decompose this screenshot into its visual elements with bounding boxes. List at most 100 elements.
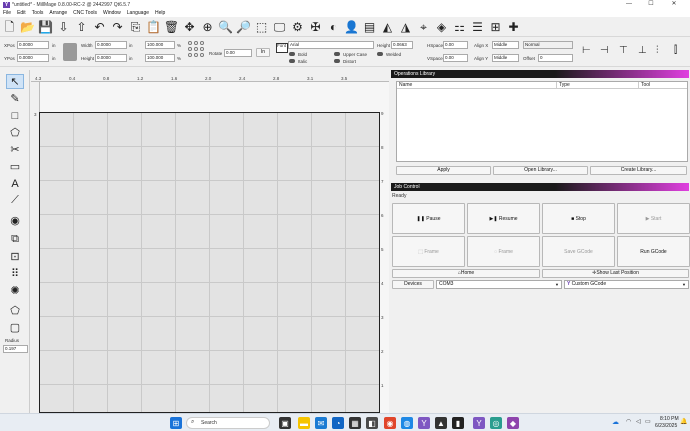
scissors-tool-icon[interactable]: ✂ (6, 142, 24, 157)
port-select[interactable]: COM3 ▼ (436, 280, 562, 289)
menu-cnc-tools[interactable]: CNC Tools (73, 10, 97, 16)
distort-toggle[interactable] (334, 59, 340, 63)
monitor-icon[interactable]: 🖵 (272, 19, 287, 34)
align-icon[interactable]: ▤ (362, 19, 377, 34)
distribute-icon[interactable]: ☰ (470, 19, 485, 34)
xpos-field[interactable]: 0.0000 (17, 41, 49, 49)
start-button[interactable]: ▶ Start (617, 203, 690, 234)
anchor-point-bc[interactable] (194, 53, 198, 57)
hspace-field[interactable]: 0.00 (443, 41, 468, 49)
text-height-field[interactable]: 0.0663 (391, 41, 413, 49)
battery-icon[interactable]: ▭ (645, 418, 651, 425)
col-tool[interactable]: Tool (639, 82, 687, 89)
devices-button[interactable]: Devices (392, 280, 434, 289)
upper-case-toggle[interactable] (334, 52, 340, 56)
store-icon[interactable]: ▦ (349, 417, 361, 429)
workspace[interactable]: 4.3 0.4 0.8 1.2 1.6 2.0 2.4 2.8 3.1 3.5 … (31, 70, 389, 413)
app-icon[interactable]: ◧ (366, 417, 378, 429)
zoom-fit-icon[interactable]: ⊕ (200, 19, 215, 34)
text-tool-icon[interactable]: A (6, 176, 24, 191)
italic-toggle[interactable] (289, 59, 295, 63)
operations-list[interactable]: Name Type Tool (396, 81, 688, 162)
frame-circle-button[interactable]: ◌ Frame (467, 236, 540, 267)
zoom-out-icon[interactable]: 🔎 (236, 19, 251, 34)
clock-time[interactable]: 8:10 PM (660, 416, 679, 422)
work-area-grid[interactable] (39, 112, 380, 413)
col-name[interactable]: Name (397, 82, 557, 89)
resume-button[interactable]: ▶❚ Resume (467, 203, 540, 234)
vspace-field[interactable]: 0.00 (443, 54, 468, 62)
maximize-button[interactable]: ☐ (643, 0, 659, 9)
align-y-select[interactable]: Middle (492, 54, 519, 62)
chrome-icon[interactable]: ◉ (384, 417, 396, 429)
anchor-point-mr[interactable] (200, 47, 204, 51)
app2-icon[interactable]: ◆ (507, 417, 519, 429)
align-x-select[interactable]: Middle (492, 41, 519, 49)
settings-icon[interactable]: ⚙ (290, 19, 305, 34)
chrome-alt-icon[interactable]: ◎ (490, 417, 502, 429)
user-icon[interactable]: 👤 (344, 19, 359, 34)
home-button[interactable]: ⌂Home (392, 269, 540, 278)
mirror-icon[interactable]: ◭ (380, 19, 395, 34)
boolean-tool-icon[interactable]: ⊡ (6, 249, 24, 264)
circular-array-icon[interactable]: ✺ (6, 283, 24, 298)
align-top-icon[interactable]: ⊤ (619, 45, 628, 56)
clock-date[interactable]: 6/23/2025 (655, 423, 677, 429)
import-icon[interactable]: ⇩ (56, 19, 71, 34)
wifi-icon[interactable]: ◠ (626, 418, 631, 425)
taskbar-search[interactable]: Search (186, 417, 270, 429)
rotate-unit-button[interactable]: In (256, 48, 270, 57)
move-icon[interactable]: ✥ (182, 19, 197, 34)
offset-tool-icon[interactable]: ◉ (6, 213, 24, 228)
mail-icon[interactable]: ✉ (315, 417, 327, 429)
anchor-point-bl[interactable] (188, 53, 192, 57)
rectangle-tool-icon[interactable]: □ (6, 108, 24, 123)
corner-tool-icon[interactable]: ⬠ (6, 303, 24, 318)
millmage-active-icon[interactable]: Y (473, 417, 485, 429)
machine-settings-icon[interactable]: ✠ (308, 19, 323, 34)
round-corner-icon[interactable]: ▢ (6, 320, 24, 335)
height-percent-field[interactable]: 100.000 (145, 54, 175, 62)
pause-button[interactable]: ❚❚ Pause (392, 203, 465, 234)
align-middle-icon[interactable]: ⫶ (656, 45, 659, 56)
text-style-select[interactable]: Normal (523, 41, 573, 49)
menu-file[interactable]: File (3, 10, 11, 16)
grid-array-icon[interactable]: ⠿ (6, 266, 24, 281)
terminal-icon[interactable]: ▮ (452, 417, 464, 429)
offset-field[interactable]: 0 (538, 54, 573, 62)
font-select[interactable]: Arial (288, 41, 374, 49)
new-file-icon[interactable]: 🗋 (2, 19, 17, 34)
start-menu-icon[interactable]: ⊞ (170, 417, 182, 429)
onedrive-icon[interactable]: ☁ (612, 418, 619, 426)
triangle-icon[interactable]: ◮ (398, 19, 413, 34)
plus-icon[interactable]: ✚ (506, 19, 521, 34)
welded-toggle[interactable] (377, 52, 383, 56)
node-icon[interactable]: ◈ (434, 19, 449, 34)
anchor-point-br[interactable] (200, 53, 204, 57)
save-gcode-button[interactable]: Save GCode (542, 236, 615, 267)
rotate-field[interactable]: 0.00 (224, 49, 252, 57)
radius-field[interactable]: 0.197 (3, 345, 28, 353)
pen-tool-icon[interactable]: ✎ (6, 91, 24, 106)
apply-button[interactable]: Apply (396, 166, 491, 175)
frame-icon[interactable]: ⬚ (254, 19, 269, 34)
zoom-in-icon[interactable]: 🔍 (218, 19, 233, 34)
save-icon[interactable]: 💾 (38, 19, 53, 34)
create-library-button[interactable]: Create Library... (590, 166, 687, 175)
anchor-point-mc[interactable] (194, 47, 198, 51)
lightburn-icon[interactable]: ▲ (435, 417, 447, 429)
anchor-point-tr[interactable] (200, 41, 204, 45)
minimize-button[interactable]: — (621, 0, 637, 9)
close-button[interactable]: ✕ (666, 0, 682, 9)
millmage-icon[interactable]: Y (418, 417, 430, 429)
stop-button[interactable]: ■ Stop (542, 203, 615, 234)
height-field[interactable]: 0.0000 (95, 54, 127, 62)
menu-window[interactable]: Window (103, 10, 121, 16)
align-bottom-icon[interactable]: ⊥ (638, 45, 647, 56)
width-field[interactable]: 0.0000 (95, 41, 127, 49)
browser-icon[interactable]: ◍ (401, 417, 413, 429)
bold-toggle[interactable] (289, 52, 295, 56)
explorer-icon[interactable]: ▬ (298, 417, 310, 429)
align-center-icon[interactable]: ⊣ (600, 45, 609, 56)
camera-icon[interactable]: ◐ (326, 19, 341, 34)
